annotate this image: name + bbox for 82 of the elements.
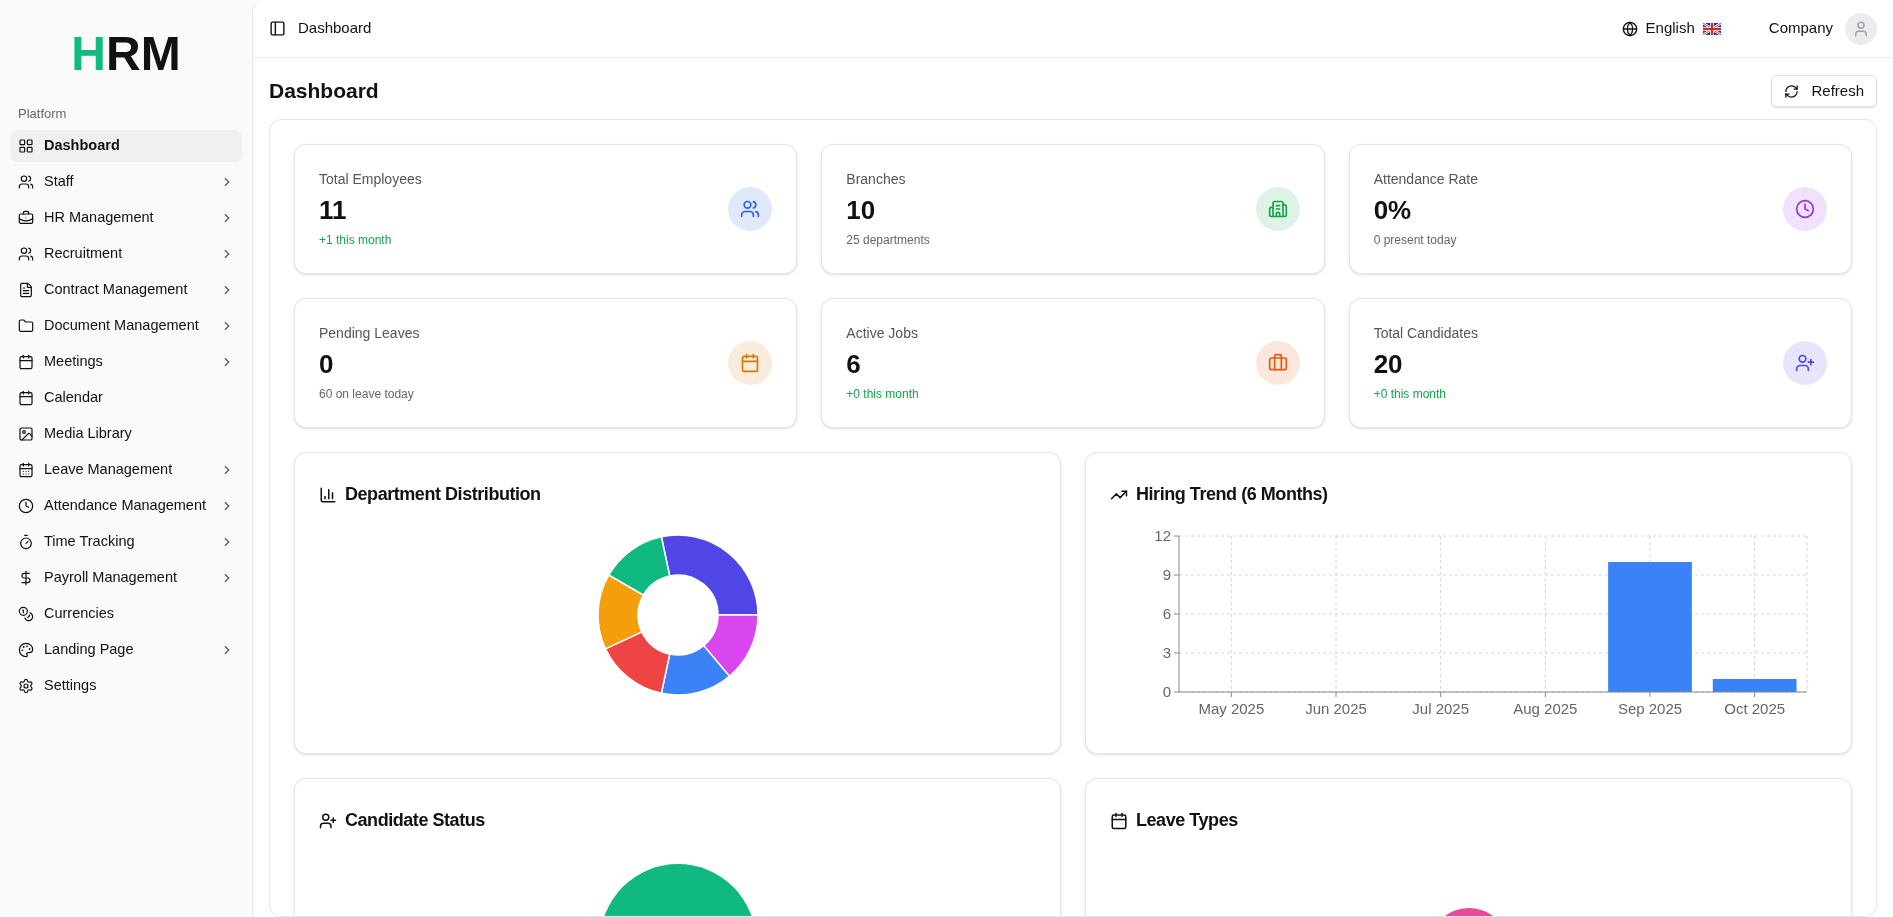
folder-icon bbox=[18, 317, 34, 334]
axis-label: 0 bbox=[1162, 683, 1171, 700]
briefcase-icon bbox=[18, 209, 34, 226]
stat-value: 20 bbox=[1373, 348, 1404, 381]
user-silhouette-icon bbox=[1852, 19, 1870, 38]
stat-note: 25 departments bbox=[846, 231, 930, 249]
stat-note: +0 this month bbox=[1373, 385, 1448, 403]
stat-title: Pending Leaves bbox=[319, 324, 420, 344]
stat-title: Active Jobs bbox=[846, 324, 919, 344]
stat-title: Total Candidates bbox=[1373, 324, 1478, 344]
donut-slice bbox=[604, 630, 670, 694]
sidebar-item[interactable]: Media Library bbox=[10, 417, 242, 450]
section-label: Platform bbox=[17, 105, 68, 123]
sidebar-item[interactable]: Payroll Management bbox=[10, 561, 242, 594]
axis-label: Jun 2025 bbox=[1304, 700, 1367, 717]
sidebar-item[interactable]: HR Management bbox=[10, 201, 242, 234]
stat-title: Attendance Rate bbox=[1373, 170, 1478, 190]
coins-icon bbox=[18, 605, 34, 622]
breadcrumb: Dashboard bbox=[298, 18, 373, 39]
stat-note: 0 present today bbox=[1373, 231, 1458, 249]
document-icon bbox=[18, 281, 34, 298]
page-title: Dashboard bbox=[269, 78, 379, 105]
sidebar-item[interactable]: Settings bbox=[10, 669, 242, 702]
stat-value: 10 bbox=[846, 194, 877, 227]
user-plus-icon bbox=[319, 811, 337, 830]
sidebar-toggle-icon[interactable] bbox=[269, 20, 286, 37]
sidebar-item[interactable]: Meetings bbox=[10, 345, 242, 378]
sidebar-item[interactable]: Document Management bbox=[10, 309, 242, 342]
language-selector[interactable]: English bbox=[1621, 17, 1721, 40]
stat-note: +0 this month bbox=[846, 385, 919, 403]
sidebar-item[interactable]: Attendance Management bbox=[10, 489, 242, 522]
refresh-button[interactable]: Refresh bbox=[1771, 75, 1877, 107]
globe-icon bbox=[1621, 20, 1638, 37]
stat-value: 6 bbox=[846, 348, 862, 381]
stat-title: Total Employees bbox=[319, 170, 422, 190]
image-icon bbox=[18, 425, 34, 442]
axis-label: Aug 2025 bbox=[1512, 700, 1577, 717]
grid-icon bbox=[18, 137, 34, 154]
calendar-icon bbox=[18, 389, 34, 406]
uk-flag-icon bbox=[1702, 22, 1721, 35]
sidebar-item[interactable]: Recruitment bbox=[10, 237, 242, 270]
axis-label: 12 bbox=[1153, 527, 1171, 544]
card-title: Candidate Status bbox=[345, 809, 485, 832]
donut-slice bbox=[660, 644, 730, 696]
stat-note: +1 this month bbox=[319, 231, 393, 249]
bar-chart-icon bbox=[319, 485, 337, 504]
card-title: Leave Types bbox=[1136, 809, 1238, 832]
sidebar-item[interactable]: Staff bbox=[10, 165, 242, 198]
axis-label: May 2025 bbox=[1197, 700, 1264, 717]
stat-title: Branches bbox=[846, 170, 907, 190]
sidebar-item[interactable]: Calendar bbox=[10, 381, 242, 414]
card-title: Department Distribution bbox=[345, 483, 541, 506]
sidebar-item[interactable]: Time Tracking bbox=[10, 525, 242, 558]
calendar-icon bbox=[1110, 811, 1128, 830]
palette-icon bbox=[18, 641, 34, 658]
dollar-icon bbox=[18, 569, 34, 586]
users-icon bbox=[18, 173, 34, 190]
sidebar-item[interactable]: Landing Page bbox=[10, 633, 242, 666]
calendar-icon bbox=[18, 353, 34, 370]
axis-label: Jul 2025 bbox=[1411, 700, 1469, 717]
settings-icon bbox=[18, 677, 34, 694]
stat-value: 0% bbox=[1373, 194, 1413, 227]
users-icon bbox=[18, 245, 34, 262]
axis-label: 9 bbox=[1162, 566, 1171, 583]
timer-icon bbox=[18, 533, 34, 550]
axis-label: Sep 2025 bbox=[1617, 700, 1682, 717]
axis-label: Oct 2025 bbox=[1723, 700, 1785, 717]
stat-value: 0 bbox=[319, 348, 335, 381]
axis-label: 3 bbox=[1162, 644, 1171, 661]
stat-value: 11 bbox=[319, 194, 348, 227]
stat-note: 60 on leave today bbox=[319, 385, 415, 403]
sidebar-item[interactable]: Dashboard bbox=[10, 129, 242, 162]
account-name[interactable]: Company bbox=[1768, 17, 1833, 40]
refresh-icon bbox=[1784, 83, 1800, 99]
axis-label: 6 bbox=[1162, 605, 1171, 622]
hrm-logo: HRM bbox=[70, 26, 182, 82]
sidebar-item[interactable]: Contract Management bbox=[10, 273, 242, 306]
sidebar-item[interactable]: Leave Management bbox=[10, 453, 242, 486]
card-title: Hiring Trend (6 Months) bbox=[1136, 483, 1328, 506]
sidebar-item[interactable]: Currencies bbox=[10, 597, 242, 630]
clock-icon bbox=[18, 497, 34, 514]
calendar-icon bbox=[18, 461, 34, 478]
